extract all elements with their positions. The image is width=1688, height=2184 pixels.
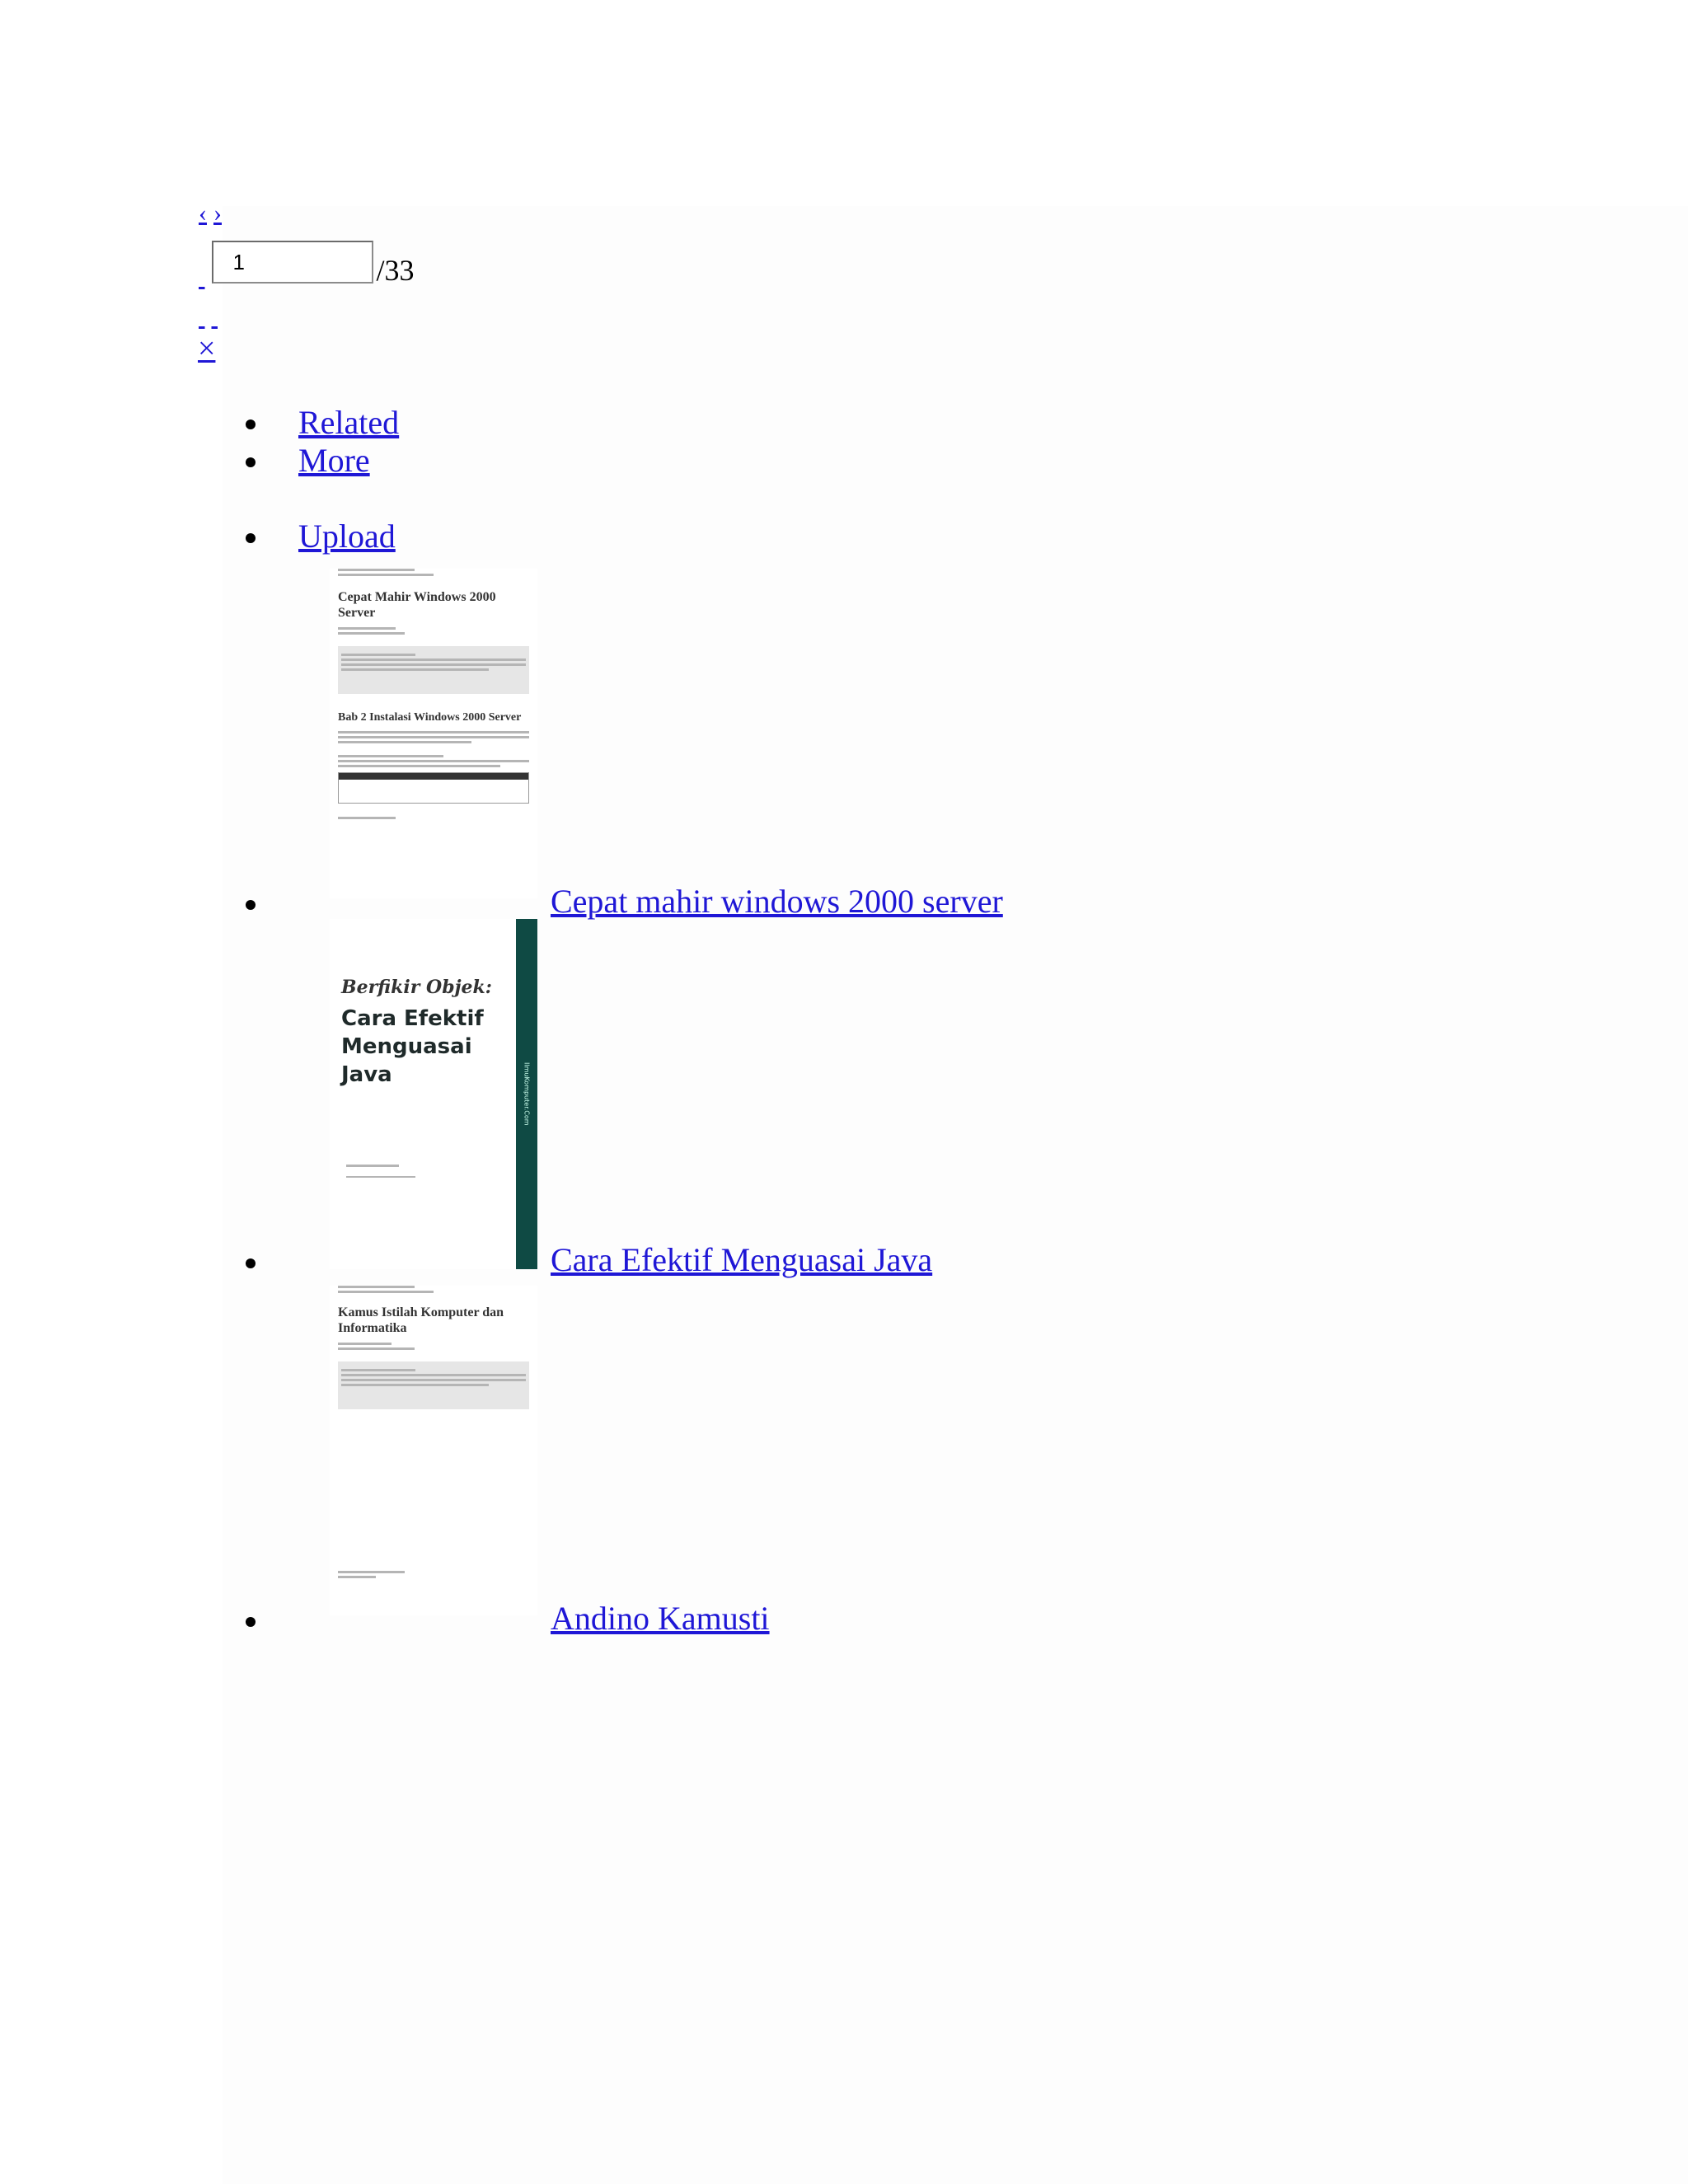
thumb-heading-2: Cara Efektif Menguasai Java [341, 1006, 484, 1087]
doc-thumbnail[interactable]: Cepat Mahir Windows 2000 Server Bab 2 In… [330, 569, 537, 898]
close-viewer: × [198, 333, 215, 364]
list-bullet [246, 1617, 256, 1627]
related-doc-item: Kamus Istilah Komputer dan Informatika A… [246, 1277, 1236, 1638]
related-doc-title[interactable]: Andino Kamusti [551, 1599, 770, 1638]
extra-link-1[interactable] [199, 303, 205, 330]
related-link[interactable]: Related [298, 404, 399, 442]
more-link[interactable]: More [298, 442, 370, 480]
thumb-heading-1: Berfikir Objek: [341, 977, 492, 998]
related-doc-title[interactable]: Cepat mahir windows 2000 server [551, 882, 1003, 921]
thumb-heading: Cepat Mahir Windows 2000 Server [338, 590, 496, 620]
thumb-heading: Kamus Istilah Komputer dan Informatika [338, 1305, 504, 1335]
page-jump-link[interactable] [199, 264, 205, 292]
doc-thumbnail[interactable]: Kamus Istilah Komputer dan Informatika [330, 1286, 537, 1615]
list-bullet [246, 1258, 256, 1268]
next-page-link[interactable]: › [213, 199, 222, 227]
page-selector: /33 [199, 234, 415, 292]
related-doc-item: Berfikir Objek: Cara Efektif Menguasai J… [246, 919, 1236, 1279]
prev-page-link[interactable]: ‹ [199, 199, 207, 227]
doc-thumbnail[interactable]: Berfikir Objek: Cara Efektif Menguasai J… [330, 919, 537, 1269]
upload-link[interactable]: Upload [298, 518, 396, 555]
page-total: /33 [376, 254, 415, 287]
related-doc-title[interactable]: Cara Efektif Menguasai Java [551, 1240, 932, 1279]
list-bullet [246, 900, 256, 910]
close-icon[interactable]: × [198, 331, 215, 366]
page-nav: ‹ › [199, 201, 228, 226]
extra-link-2[interactable] [212, 303, 218, 330]
extra-links [199, 305, 224, 330]
related-doc-item: Cepat Mahir Windows 2000 Server Bab 2 In… [246, 560, 1236, 921]
related-documents-list: Cepat Mahir Windows 2000 Server Bab 2 In… [246, 560, 1236, 1638]
page-number-input[interactable] [211, 241, 373, 284]
thumb-spine: IlmuKomputer.Com [516, 919, 537, 1269]
thumb-subheading: Bab 2 Instalasi Windows 2000 Server [338, 711, 522, 724]
